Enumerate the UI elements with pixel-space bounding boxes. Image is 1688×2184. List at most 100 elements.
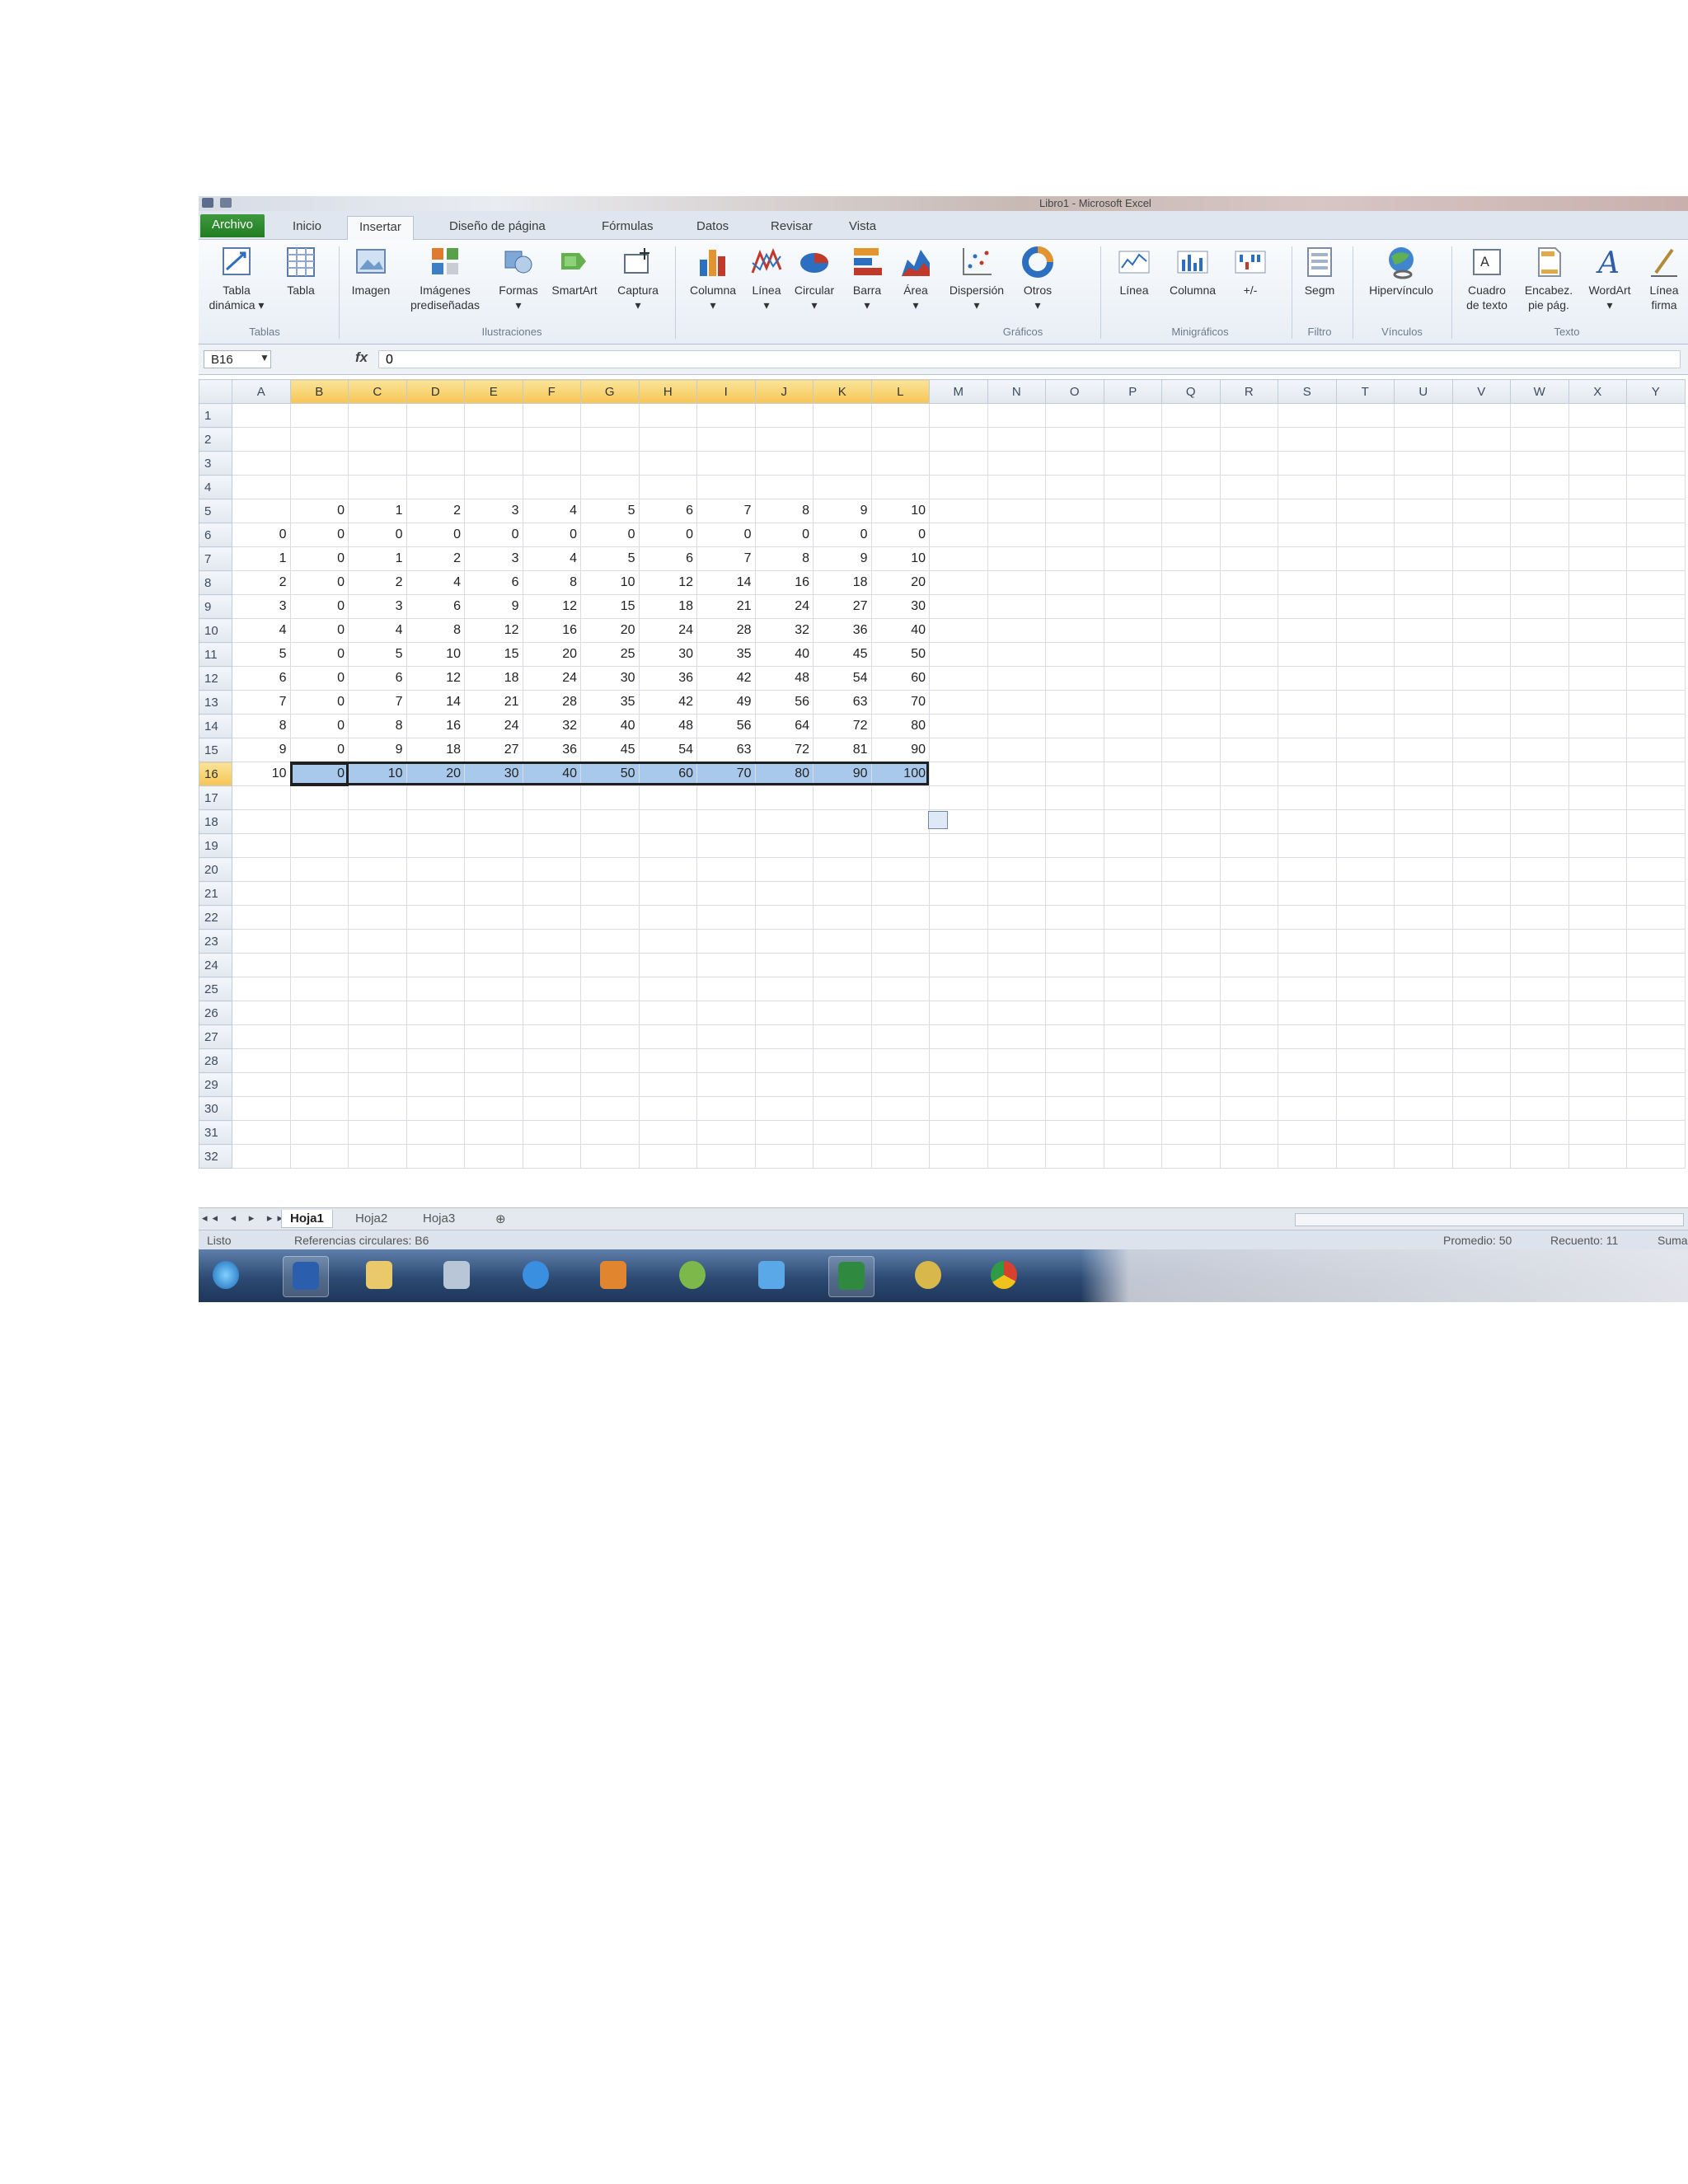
cell-n24[interactable] — [987, 953, 1046, 977]
cell-v2[interactable] — [1451, 427, 1511, 452]
cell-a1[interactable] — [232, 403, 291, 428]
cell-d14[interactable]: 16 — [406, 714, 465, 738]
cell-i9[interactable]: 21 — [696, 594, 756, 619]
cell-i31[interactable] — [696, 1120, 756, 1145]
cell-n1[interactable] — [987, 403, 1046, 428]
cell-k6[interactable]: 0 — [813, 523, 872, 547]
cell-j29[interactable] — [754, 1072, 814, 1097]
cell-c11[interactable]: 5 — [348, 642, 407, 667]
cell-a15[interactable]: 9 — [232, 738, 291, 762]
cell-a32[interactable] — [232, 1144, 291, 1169]
cell-g10[interactable]: 20 — [580, 618, 640, 643]
cell-a7[interactable]: 1 — [232, 546, 291, 571]
cell-v1[interactable] — [1451, 403, 1511, 428]
chrome-taskbar-icon[interactable] — [982, 1256, 1026, 1296]
cell-n19[interactable] — [987, 833, 1046, 858]
cell-s18[interactable] — [1278, 809, 1337, 834]
cell-s17[interactable] — [1278, 785, 1337, 810]
cell-n26[interactable] — [987, 1001, 1046, 1025]
column-header-v[interactable]: V — [1451, 379, 1511, 404]
column-header-c[interactable]: C — [348, 379, 407, 404]
cell-p19[interactable] — [1103, 833, 1162, 858]
cell-t18[interactable] — [1335, 809, 1395, 834]
cell-l15[interactable]: 90 — [870, 738, 930, 762]
cell-v13[interactable] — [1451, 690, 1511, 715]
cell-k7[interactable]: 9 — [813, 546, 872, 571]
cell-q10[interactable] — [1161, 618, 1221, 643]
cell-w23[interactable] — [1510, 929, 1569, 954]
cell-t30[interactable] — [1335, 1096, 1395, 1121]
cell-p2[interactable] — [1103, 427, 1162, 452]
cell-r14[interactable] — [1219, 714, 1278, 738]
cell-k25[interactable] — [813, 977, 872, 1001]
cell-t29[interactable] — [1335, 1072, 1395, 1097]
cell-t13[interactable] — [1335, 690, 1395, 715]
cell-d31[interactable] — [406, 1120, 465, 1145]
cell-p14[interactable] — [1103, 714, 1162, 738]
cell-s15[interactable] — [1278, 738, 1337, 762]
cell-m31[interactable] — [929, 1120, 988, 1145]
cell-x13[interactable] — [1568, 690, 1627, 715]
cell-c25[interactable] — [348, 977, 407, 1001]
cell-a8[interactable]: 2 — [232, 570, 291, 595]
column-header-f[interactable]: F — [522, 379, 581, 404]
autofill-options-icon[interactable] — [928, 811, 948, 829]
cell-k26[interactable] — [813, 1001, 872, 1025]
cell-r5[interactable] — [1219, 499, 1278, 523]
cell-k2[interactable] — [813, 427, 872, 452]
row-header-11[interactable]: 11 — [199, 642, 232, 667]
cell-m16[interactable] — [929, 762, 988, 786]
cell-h5[interactable]: 6 — [638, 499, 697, 523]
cell-b10[interactable]: 0 — [289, 618, 349, 643]
cell-e31[interactable] — [464, 1120, 523, 1145]
word-taskbar-icon[interactable] — [283, 1256, 329, 1297]
cell-g6[interactable]: 0 — [580, 523, 640, 547]
cell-d10[interactable]: 8 — [406, 618, 465, 643]
tab-insertar[interactable]: Insertar — [347, 216, 414, 240]
row-header-29[interactable]: 29 — [199, 1072, 232, 1097]
cell-x27[interactable] — [1568, 1024, 1627, 1049]
cell-o6[interactable] — [1045, 523, 1104, 547]
cell-e1[interactable] — [464, 403, 523, 428]
cell-g12[interactable]: 30 — [580, 666, 640, 691]
cell-e21[interactable] — [464, 881, 523, 906]
cell-i30[interactable] — [696, 1096, 756, 1121]
cell-b26[interactable] — [289, 1001, 349, 1025]
cell-s19[interactable] — [1278, 833, 1337, 858]
cell-u24[interactable] — [1394, 953, 1453, 977]
cell-k21[interactable] — [813, 881, 872, 906]
cell-a16[interactable]: 10 — [232, 762, 291, 786]
cell-d18[interactable] — [406, 809, 465, 834]
column-header-k[interactable]: K — [813, 379, 872, 404]
cell-d12[interactable]: 12 — [406, 666, 465, 691]
cell-p9[interactable] — [1103, 594, 1162, 619]
cell-p6[interactable] — [1103, 523, 1162, 547]
cell-a12[interactable]: 6 — [232, 666, 291, 691]
excel-taskbar-icon[interactable] — [828, 1256, 874, 1297]
cell-r22[interactable] — [1219, 905, 1278, 930]
cell-l22[interactable] — [870, 905, 930, 930]
cell-y31[interactable] — [1626, 1120, 1686, 1145]
cell-u19[interactable] — [1394, 833, 1453, 858]
cell-x20[interactable] — [1568, 857, 1627, 882]
column-header-o[interactable]: O — [1045, 379, 1104, 404]
cell-c9[interactable]: 3 — [348, 594, 407, 619]
row-header-31[interactable]: 31 — [199, 1120, 232, 1145]
cell-h32[interactable] — [638, 1144, 697, 1169]
row-header-24[interactable]: 24 — [199, 953, 232, 977]
cell-j5[interactable]: 8 — [754, 499, 814, 523]
cell-s23[interactable] — [1278, 929, 1337, 954]
cell-x2[interactable] — [1568, 427, 1627, 452]
cell-e18[interactable] — [464, 809, 523, 834]
cell-n2[interactable] — [987, 427, 1046, 452]
cell-r29[interactable] — [1219, 1072, 1278, 1097]
cell-f17[interactable] — [522, 785, 581, 810]
cell-u6[interactable] — [1394, 523, 1453, 547]
cell-b20[interactable] — [289, 857, 349, 882]
cell-y24[interactable] — [1626, 953, 1686, 977]
cell-w21[interactable] — [1510, 881, 1569, 906]
cell-f24[interactable] — [522, 953, 581, 977]
cell-w3[interactable] — [1510, 451, 1569, 476]
imagenes-prediseniadas-button[interactable]: Imágenes prediseñadas — [400, 245, 490, 312]
cell-t32[interactable] — [1335, 1144, 1395, 1169]
